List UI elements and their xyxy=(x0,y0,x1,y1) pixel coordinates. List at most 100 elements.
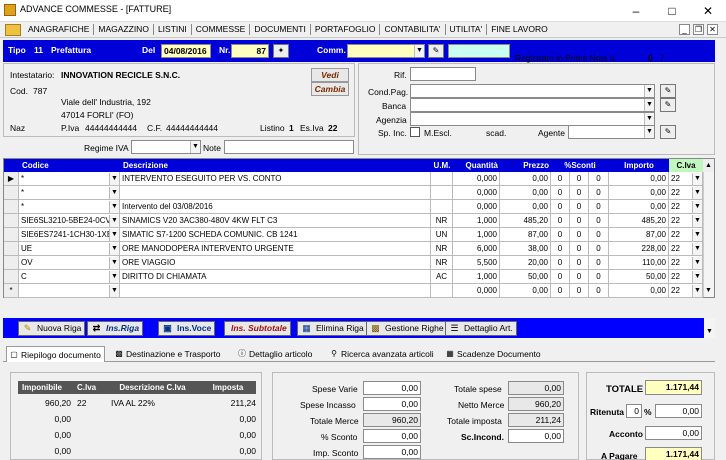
cell-sconto1[interactable]: 0 xyxy=(551,214,570,228)
cell-um[interactable] xyxy=(431,186,453,200)
cell-codice[interactable]: C xyxy=(19,270,120,284)
chevron-down-icon[interactable]: ▼ xyxy=(414,45,424,57)
cell-descrizione[interactable]: DIRITTO DI CHIAMATA xyxy=(120,270,431,284)
spese-incasso-field[interactable]: 0,00 xyxy=(363,397,421,411)
cell-codice[interactable]: SIE6ES7241-1CH30-1XB xyxy=(19,228,120,242)
grid-scroll-down-icon[interactable]: ▼ xyxy=(703,285,714,297)
cell-sconto1[interactable]: 0 xyxy=(551,256,570,270)
imp-sconto-field[interactable]: 0,00 xyxy=(363,445,421,459)
cell-codice[interactable]: * xyxy=(19,172,120,186)
date-field[interactable]: 04/08/2016 xyxy=(161,44,211,58)
chevron-down-icon[interactable]: ▼ xyxy=(109,173,119,185)
cell-codice[interactable]: UE xyxy=(19,242,120,256)
chevron-down-icon[interactable]: ▼ xyxy=(190,141,200,153)
agente-lookup-icon[interactable]: ✎ xyxy=(660,125,676,139)
row-selector[interactable] xyxy=(4,200,19,214)
menu-listini[interactable]: LISTINI xyxy=(154,24,192,35)
spinc-checkbox[interactable] xyxy=(410,127,420,137)
cell-prezzo[interactable]: 0,00 xyxy=(500,186,551,200)
cell-um[interactable] xyxy=(431,200,453,214)
menu-commesse[interactable]: COMMESSE xyxy=(192,24,251,35)
col-um[interactable]: U.M. xyxy=(431,159,453,172)
cell-sconto3[interactable]: 0 xyxy=(589,172,609,186)
toolbar-scrollbar[interactable]: ▼ xyxy=(704,318,715,338)
cell-prezzo[interactable]: 38,00 xyxy=(500,242,551,256)
spese-varie-field[interactable]: 0,00 xyxy=(363,381,421,395)
cell-sconto3[interactable]: 0 xyxy=(589,214,609,228)
ins-subtotale-button[interactable]: Ins. Subtotale xyxy=(224,321,291,336)
cell-descrizione[interactable]: INTERVENTO ESEGUITO PER VS. CONTO xyxy=(120,172,431,186)
cell-quantita[interactable]: 1,000 xyxy=(453,270,500,284)
elimina-riga-button[interactable]: ▦ Elimina Riga xyxy=(297,321,368,336)
acconto-field[interactable]: 0,00 xyxy=(645,426,702,440)
cell-sconto1[interactable]: 0 xyxy=(551,172,570,186)
grid-scroll-up-icon[interactable]: ▲ xyxy=(703,159,714,172)
chevron-down-icon[interactable]: ▼ xyxy=(109,215,119,227)
cell-um[interactable] xyxy=(431,172,453,186)
cell-descrizione[interactable]: ORE VIAGGIO xyxy=(120,256,431,270)
child-close-icon[interactable]: ✕ xyxy=(707,24,718,35)
cell-importo[interactable]: 50,00 xyxy=(609,270,669,284)
col-descrizione[interactable]: Descrizione xyxy=(120,159,431,172)
cell-quantita[interactable]: 6,000 xyxy=(453,242,500,256)
row-selector[interactable] xyxy=(4,214,19,228)
cell-sconto3[interactable]: 0 xyxy=(589,228,609,242)
cell-prezzo[interactable]: 0,00 xyxy=(500,172,551,186)
col-prezzo[interactable]: Prezzo xyxy=(500,159,551,172)
cell-prezzo[interactable]: 20,00 xyxy=(500,256,551,270)
cell-codice[interactable]: SIE6SL3210-5BE24-0CV0 xyxy=(19,214,120,228)
cell-codice[interactable]: * xyxy=(19,186,120,200)
tab-dettaglio-articolo[interactable]: ⓘ Dettaglio articolo xyxy=(235,346,315,362)
row-selector[interactable] xyxy=(4,242,19,256)
child-minimize-icon[interactable]: _ xyxy=(679,24,690,35)
cell-quantita[interactable]: 0,000 xyxy=(453,186,500,200)
chevron-down-icon[interactable]: ▼ xyxy=(692,271,702,283)
regime-iva-select[interactable]: ▼ xyxy=(131,140,201,154)
row-selector[interactable]: ▶ xyxy=(4,172,19,186)
cell-sconto2[interactable]: 0 xyxy=(570,186,589,200)
col-sconti[interactable]: %Sconti xyxy=(551,159,609,172)
cell-sconto3[interactable]: 0 xyxy=(589,200,609,214)
sconto-field[interactable]: 0,00 xyxy=(363,429,421,443)
row-selector[interactable] xyxy=(4,256,19,270)
agente-select[interactable]: ▼ xyxy=(568,125,655,139)
col-codice[interactable]: Codice xyxy=(19,159,120,172)
cell-importo[interactable]: 0,00 xyxy=(609,284,669,298)
cell-importo[interactable]: 110,00 xyxy=(609,256,669,270)
cell-sconto1[interactable]: 0 xyxy=(551,228,570,242)
cell-importo[interactable]: 87,00 xyxy=(609,228,669,242)
col-importo[interactable]: Importo xyxy=(609,159,669,172)
cell-sconto2[interactable]: 0 xyxy=(570,228,589,242)
row-selector[interactable] xyxy=(4,228,19,242)
cell-um[interactable]: UN xyxy=(431,228,453,242)
cell-um[interactable]: AC xyxy=(431,270,453,284)
chevron-down-icon[interactable]: ▼ xyxy=(109,229,119,241)
lookup-icon[interactable]: ✎ xyxy=(428,44,444,58)
chevron-down-icon[interactable]: ▼ xyxy=(692,201,702,213)
cell-descrizione[interactable]: ORE MANODOPERA INTERVENTO URGENTE xyxy=(120,242,431,256)
cell-sconto1[interactable]: 0 xyxy=(551,270,570,284)
cell-sconto3[interactable]: 0 xyxy=(589,186,609,200)
child-restore-icon[interactable]: ❐ xyxy=(693,24,704,35)
tab-riepilogo[interactable]: ▢ Riepilogo documento xyxy=(6,346,105,362)
cell-sconto3[interactable]: 0 xyxy=(589,242,609,256)
chevron-down-icon[interactable]: ▼ xyxy=(109,201,119,213)
cell-prezzo[interactable]: 50,00 xyxy=(500,270,551,284)
cell-sconto1[interactable]: 0 xyxy=(551,186,570,200)
cell-importo[interactable]: 485,20 xyxy=(609,214,669,228)
chevron-down-icon[interactable]: ▼ xyxy=(644,126,654,138)
col-civa[interactable]: C.Iva xyxy=(669,159,703,172)
banca-select[interactable]: ▼ xyxy=(410,98,655,112)
menu-anagrafiche[interactable]: ANAGRAFICHE xyxy=(24,24,95,35)
cell-descrizione[interactable]: SINAMICS V20 3AC380-480V 4KW FLT C3 xyxy=(120,214,431,228)
minimize-icon[interactable]: – xyxy=(622,2,650,20)
chevron-down-icon[interactable]: ▼ xyxy=(692,285,702,297)
nuova-riga-button[interactable]: ✎ Nuova Riga xyxy=(18,321,86,336)
cell-sconto3[interactable]: 0 xyxy=(589,256,609,270)
maximize-icon[interactable]: □ xyxy=(658,2,686,20)
ritenuta-field[interactable]: 0,00 xyxy=(655,404,702,418)
condpag-select[interactable]: ▼ xyxy=(410,84,655,98)
cell-importo[interactable]: 0,00 xyxy=(609,186,669,200)
cell-quantita[interactable]: 1,000 xyxy=(453,228,500,242)
cell-importo[interactable]: 0,00 xyxy=(609,172,669,186)
